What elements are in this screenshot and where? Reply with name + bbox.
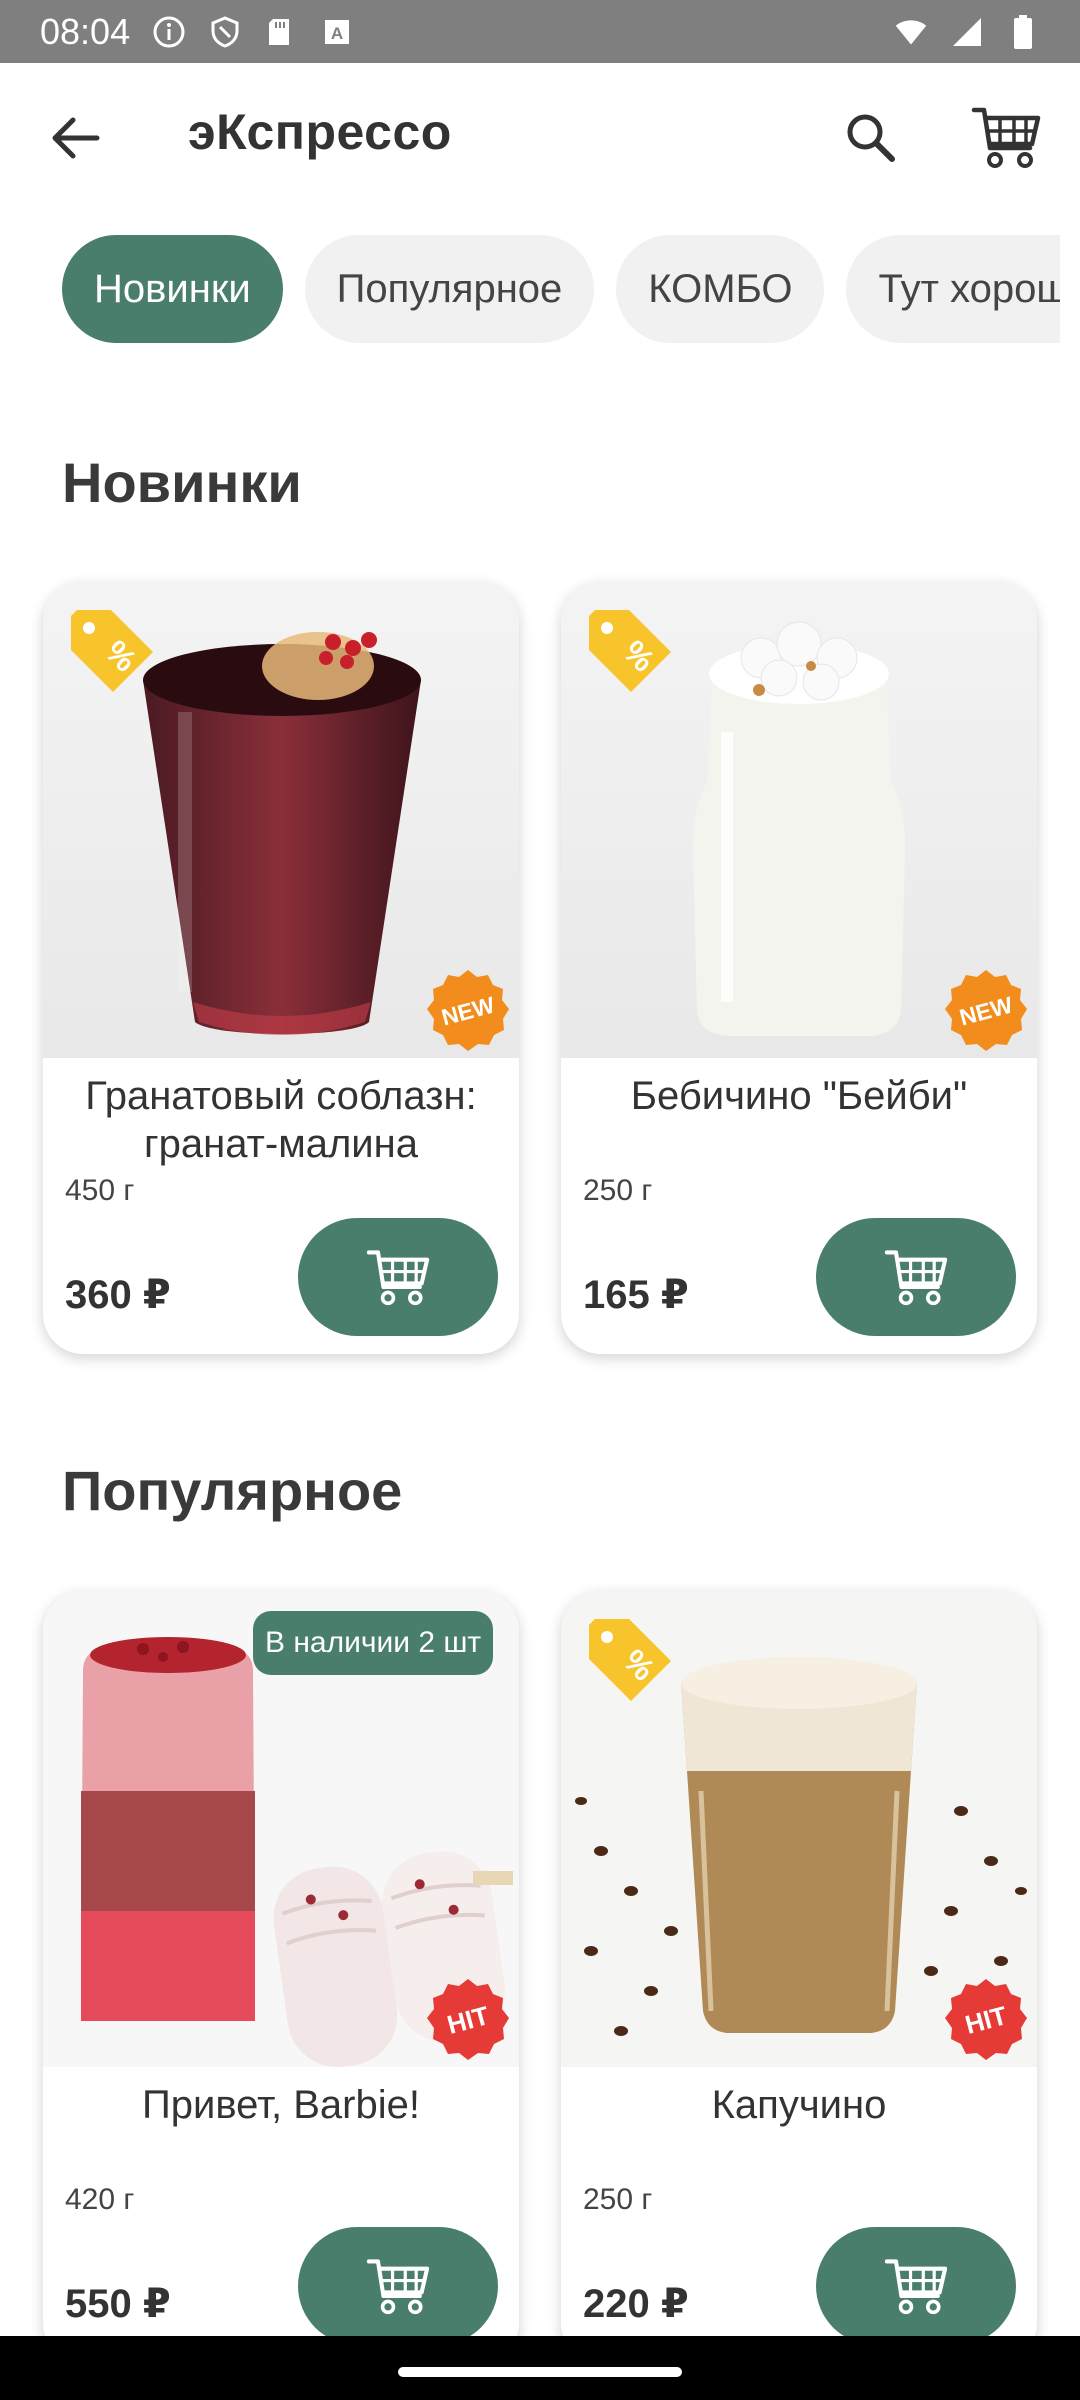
info-icon — [152, 15, 186, 49]
hit-badge-icon: HIT — [945, 1979, 1027, 2060]
new-badge-icon: NEW — [427, 970, 509, 1051]
discount-tag-icon: % — [589, 610, 671, 692]
stock-badge: В наличии 2 шт — [253, 1611, 494, 1675]
app-bar: эКспрессо — [0, 63, 1080, 211]
cart-button[interactable] — [966, 99, 1046, 175]
chip-combo[interactable]: КОМБО — [616, 235, 825, 343]
section-title-new: Новинки — [62, 451, 302, 514]
add-to-cart-button[interactable] — [298, 2227, 498, 2345]
add-to-cart-button[interactable] — [298, 1218, 498, 1336]
battery-icon — [1006, 14, 1040, 49]
add-to-cart-button[interactable] — [816, 1218, 1016, 1336]
sd-card-icon — [264, 15, 298, 49]
search-button[interactable] — [832, 99, 908, 175]
product-weight: 250 г — [583, 1174, 653, 1207]
product-weight: 420 г — [65, 2183, 135, 2216]
arrow-back-icon — [52, 117, 100, 159]
status-bar: 08:04 A — [0, 0, 1080, 63]
chip-new[interactable]: Новинки — [62, 235, 283, 343]
product-name: Привет, Barbie! — [142, 2083, 420, 2127]
shopping-cart-icon — [884, 1250, 948, 1306]
discount-tag-icon: % — [71, 610, 153, 692]
keyboard-a-icon: A — [320, 15, 354, 49]
shield-icon — [208, 15, 242, 49]
status-time: 08:04 — [40, 10, 131, 52]
shopping-cart-icon — [366, 1250, 430, 1306]
add-to-cart-button[interactable] — [816, 2227, 1016, 2345]
product-price: 165 ₽ — [583, 1273, 689, 1317]
shopping-cart-icon — [971, 107, 1041, 168]
discount-tag-icon: % — [589, 1619, 671, 1701]
product-card[interactable]: % HIT Капучино 250 г 220 ₽ — [561, 1591, 1037, 2363]
product-price: 360 ₽ — [65, 1273, 171, 1317]
chip-tut-horosho[interactable]: Тут хорошо — [846, 235, 1060, 343]
product-name: Бебичино "Бейби" — [630, 1074, 968, 1118]
shopping-cart-icon — [884, 2259, 948, 2315]
product-price: 550 ₽ — [65, 2282, 171, 2326]
product-image: % HIT — [561, 1591, 1037, 2067]
product-card[interactable]: В наличии 2 шт HIT Привет, Barbie! 420 г… — [43, 1591, 519, 2363]
product-card[interactable]: % NEW Гранатовый соблазн: гранат-малина … — [43, 582, 519, 1354]
section-title-popular: Популярное — [62, 1459, 403, 1522]
shopping-cart-icon — [366, 2259, 430, 2315]
svg-text:A: A — [331, 24, 343, 43]
product-name: Гранатовый соблазн: гранат-малина — [85, 1074, 477, 1166]
wifi-icon — [894, 15, 928, 49]
home-gesture-handle[interactable] — [398, 2367, 682, 2377]
category-chips: Новинки Популярное КОМБО Тут хорошо — [62, 235, 1060, 343]
product-price: 220 ₽ — [583, 2282, 689, 2326]
product-weight: 450 г — [65, 1174, 135, 1207]
product-image: % NEW — [43, 582, 519, 1058]
hit-badge-icon: HIT — [427, 1979, 509, 2060]
product-image: В наличии 2 шт HIT — [43, 1591, 519, 2067]
back-button[interactable] — [40, 103, 110, 173]
signal-icon — [950, 15, 984, 49]
product-image: % NEW — [561, 582, 1037, 1058]
product-name: Капучино — [711, 2083, 887, 2127]
search-icon — [847, 114, 895, 162]
new-badge-icon: NEW — [945, 970, 1027, 1051]
product-weight: 250 г — [583, 2183, 653, 2216]
chip-popular[interactable]: Популярное — [304, 235, 595, 343]
page-title: эКспрессо — [188, 104, 452, 160]
product-card[interactable]: % NEW Бебичино "Бейби" 250 г 165 ₽ — [561, 582, 1037, 1354]
